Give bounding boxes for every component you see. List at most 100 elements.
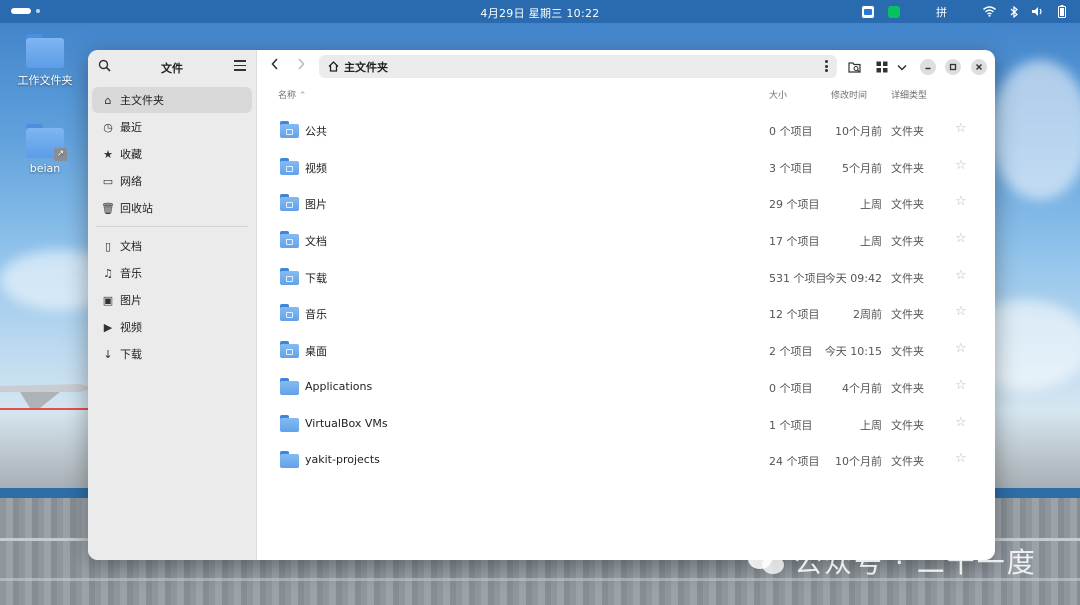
column-header-name[interactable]: 名称 ⌃ [278,88,306,101]
close-button[interactable] [971,59,987,75]
location-bar[interactable]: 主文件夹 [319,55,837,78]
wifi-icon[interactable] [983,6,996,17]
file-name: 桌面 [305,345,327,359]
sidebar-item-label: 回收站 [120,202,153,215]
wallpaper-cloud [990,60,1080,200]
file-type: 文件夹 [891,455,924,469]
back-button[interactable] [266,58,284,76]
star-icon[interactable]: ☆ [955,194,967,209]
sidebar-divider [96,226,248,227]
view-options-button[interactable] [894,59,910,75]
star-icon[interactable]: ☆ [955,304,967,319]
sidebar-item-videos[interactable]: ▶ 视频 [92,314,252,340]
sidebar-item-starred[interactable]: ★ 收藏 [92,141,252,167]
file-size: 1 个项目 [769,418,813,432]
folder-icon [280,414,299,432]
star-icon[interactable]: ☆ [955,231,967,246]
file-row[interactable]: Applications 0 个项目 4个月前 文件夹 ☆ [258,369,995,406]
file-modified: 5个月前 [842,161,882,175]
column-headers: 名称 ⌃ 大小 修改时间 详细类型 [258,84,995,104]
chevron-down-icon [897,64,907,71]
file-name: 文档 [305,235,327,249]
file-name: 视频 [305,161,327,175]
sidebar-item-documents[interactable]: ▯ 文档 [92,233,252,259]
star-icon[interactable]: ☆ [955,415,967,430]
folder-icon [280,121,299,138]
desktop-icon-beian[interactable]: ↗ beian [10,124,80,175]
sidebar-item-trash[interactable]: 🗑 回收站 [92,195,252,221]
bluetooth-icon[interactable] [1010,5,1018,18]
star-icon[interactable]: ☆ [955,268,967,283]
sort-ascending-icon: ⌃ [298,91,307,101]
kebab-menu-icon[interactable] [825,60,828,74]
folder-icon [280,157,299,175]
star-icon[interactable]: ☆ [955,451,967,466]
column-header-modified[interactable]: 修改时间 [831,88,867,101]
file-size: 0 个项目 [769,125,813,138]
sidebar-item-label: 最近 [120,121,142,134]
folder-icon [280,341,299,359]
file-size: 3 个项目 [769,161,813,175]
file-row[interactable]: yakit-projects 24 个项目 10个月前 文件夹 ☆ [258,442,995,479]
wechat-tray-icon[interactable] [888,5,900,18]
file-row[interactable]: 音乐 12 个项目 2周前 文件夹 ☆ [258,295,995,332]
hamburger-menu-icon[interactable] [234,60,246,72]
file-modified: 上周 [860,198,882,212]
folder-icon [280,194,299,212]
wechat-logo-icon [748,546,786,576]
video-icon: ▶ [103,320,113,334]
system-tray: 拼 [862,4,1066,19]
file-type: 文件夹 [891,381,924,395]
sidebar-item-label: 文档 [120,240,142,253]
file-row[interactable]: VirtualBox VMs 1 个项目 上周 文件夹 ☆ [258,406,995,443]
star-icon[interactable]: ☆ [955,378,967,393]
file-name: 下载 [305,271,327,285]
input-method-indicator[interactable]: 拼 [936,4,947,20]
file-type: 文件夹 [891,161,924,175]
desktop-icon-label: 工作文件夹 [17,74,73,87]
sidebar-item-recent[interactable]: ◷ 最近 [92,114,252,140]
star-icon: ★ [103,147,113,161]
desktop-icon-work-folder[interactable]: 工作文件夹 [10,34,80,88]
sidebar-item-pictures[interactable]: ▣ 图片 [92,287,252,313]
file-name: 音乐 [305,308,327,322]
file-modified: 今天 10:15 [824,345,882,359]
grid-view-button[interactable] [874,59,890,75]
file-size: 2 个项目 [769,345,813,359]
file-row[interactable]: 图片 29 个项目 上周 文件夹 ☆ [258,185,995,222]
folder-icon [280,304,299,322]
folder-icon [26,34,64,68]
column-header-size[interactable]: 大小 [769,88,787,101]
file-name: yakit-projects [305,453,380,467]
minimize-button[interactable] [920,59,936,75]
forward-button[interactable] [292,58,310,76]
sidebar-item-home[interactable]: ⌂ 主文件夹 [92,87,252,113]
minimize-icon [925,67,931,70]
sidebar-item-downloads[interactable]: ↓ 下载 [92,341,252,367]
music-icon: ♫ [103,266,113,280]
document-icon: ▯ [104,239,112,253]
star-icon[interactable]: ☆ [955,121,967,136]
volume-icon[interactable] [1032,6,1044,17]
file-row[interactable]: 桌面 2 个项目 今天 10:15 文件夹 ☆ [258,332,995,369]
maximize-button[interactable] [945,59,961,75]
battery-icon[interactable] [1058,5,1066,18]
file-row[interactable]: 文档 17 个项目 上周 文件夹 ☆ [258,222,995,259]
tray-app-icon[interactable] [862,5,874,18]
sidebar-item-network[interactable]: ▭ 网络 [92,168,252,194]
picture-icon: ▣ [102,293,114,307]
file-modified: 2周前 [853,308,882,322]
sidebar-item-music[interactable]: ♫ 音乐 [92,260,252,286]
download-icon: ↓ [103,347,113,361]
watermark-text: 公众号 · 二十一度 [794,546,1037,579]
star-icon[interactable]: ☆ [955,158,967,173]
file-row[interactable]: 视频 3 个项目 5个月前 文件夹 ☆ [258,149,995,186]
file-modified: 今天 09:42 [824,271,882,285]
file-row[interactable]: 下载 531 个项目 今天 09:42 文件夹 ☆ [258,259,995,296]
close-icon [976,64,982,70]
chevron-right-icon [298,58,305,70]
star-icon[interactable]: ☆ [955,341,967,356]
file-row[interactable]: 公共 0 个项目 10个月前 文件夹 ☆ [258,112,995,149]
column-header-type[interactable]: 详细类型 [891,88,927,101]
search-folder-button[interactable] [847,59,863,75]
